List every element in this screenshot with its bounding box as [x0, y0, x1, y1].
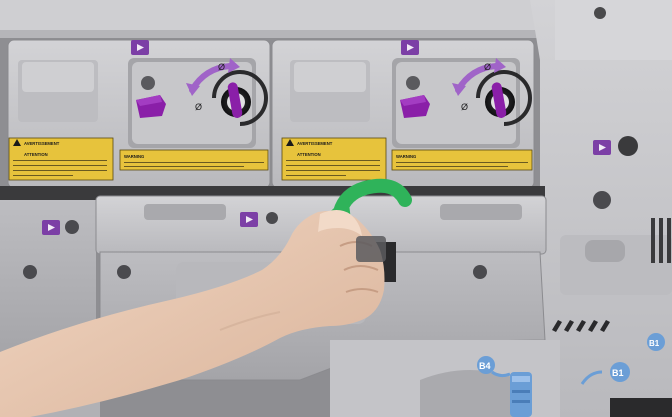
blue-connector[interactable] [510, 372, 532, 417]
svg-text:AVERTISSEMENT: AVERTISSEMENT [297, 141, 333, 146]
left-unlock-symbol: Ø [218, 62, 225, 72]
right-vent [651, 218, 671, 263]
right-warning-label-small: WARNING [391, 149, 533, 171]
svg-text:WARNING: WARNING [396, 154, 416, 159]
b1-badge-alt: B1 [647, 333, 665, 351]
svg-text:WARNING: WARNING [124, 154, 144, 159]
right-panel-hole-low [593, 191, 611, 209]
photo-scene: Ø Ø Ø Ø AVERTISSEMENT ATTENTION WARNING [0, 0, 672, 417]
right-warning-label: AVERTISSEMENT ATTENTION [281, 137, 387, 181]
svg-text:AVERTISSEMENT: AVERTISSEMENT [24, 141, 60, 146]
marker-right-top [401, 40, 419, 55]
marker-right-panel [593, 140, 611, 155]
svg-text:ATTENTION: ATTENTION [297, 152, 321, 157]
right-panel-hole-mid [618, 136, 638, 156]
right-panel-hole-top [594, 7, 606, 19]
cover-handle[interactable] [356, 236, 386, 262]
marker-lower-left [42, 220, 60, 235]
printer-photo: Ø Ø Ø Ø AVERTISSEMENT ATTENTION WARNING [0, 0, 672, 417]
svg-text:B4: B4 [479, 361, 491, 371]
left-lock-symbol: Ø [195, 102, 202, 112]
right-unlock-symbol: Ø [484, 62, 491, 72]
svg-text:ATTENTION: ATTENTION [24, 152, 48, 157]
marker-left-top [131, 40, 149, 55]
right-lock-symbol: Ø [461, 102, 468, 112]
svg-text:B1: B1 [612, 368, 624, 378]
svg-text:B1: B1 [649, 339, 660, 348]
left-warning-label: AVERTISSEMENT ATTENTION [8, 137, 114, 181]
left-warning-label-small: WARNING [119, 149, 269, 171]
marker-front-cover [240, 212, 258, 227]
